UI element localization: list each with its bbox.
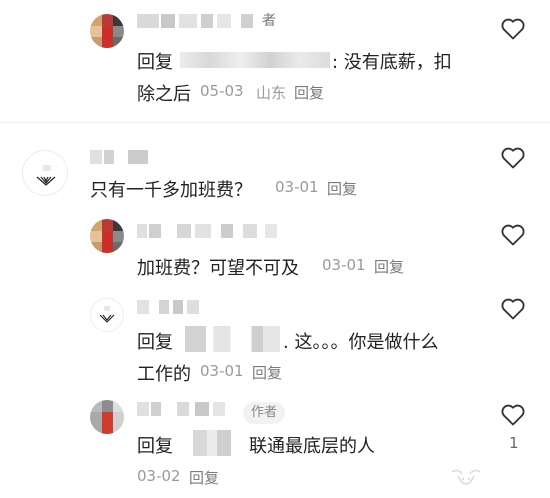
like-icon[interactable] [501, 224, 525, 246]
mention-blurred [185, 326, 280, 352]
author-badge: 作者 [243, 402, 286, 424]
watermark-icon [446, 466, 486, 494]
like-icon[interactable] [501, 298, 525, 320]
comment-text: 加班费？可望不可及 [137, 258, 299, 279]
divider [0, 122, 550, 123]
like-icon[interactable] [501, 18, 525, 40]
comment-text: 只有一千多加班费？ [90, 180, 252, 201]
avatar[interactable] [90, 219, 124, 253]
reply-button[interactable]: 回复 [294, 82, 324, 103]
comment-text-cont: 除之后 [137, 84, 191, 105]
reply-button[interactable]: 回复 [327, 178, 357, 199]
reply-button[interactable]: 回复 [189, 467, 219, 488]
like-icon[interactable] [501, 147, 525, 169]
reply-prefix: 回复 [137, 436, 173, 457]
comment-text: 回复 [137, 432, 173, 458]
comment-text-body: . 这。。。你是做什么 [283, 332, 439, 353]
like-icon[interactable] [501, 404, 525, 426]
avatar[interactable] [90, 298, 124, 332]
name-fragment: 者 [262, 13, 276, 29]
mention-blurred [180, 52, 330, 68]
mention-blurred [187, 430, 237, 456]
avatar[interactable] [22, 150, 68, 196]
comment-date: 03-01 [322, 256, 366, 274]
comment-text-cont: 工作的 [137, 364, 191, 385]
reply-button[interactable]: 回复 [252, 362, 282, 383]
comment-text-body: 联通最底层的人 [249, 436, 375, 457]
avatar[interactable] [90, 400, 124, 434]
comment-text: 回复 [137, 48, 173, 74]
avatar[interactable] [90, 14, 124, 48]
comment-location: 山东 [256, 84, 287, 102]
reply-prefix: 回复 [137, 332, 173, 353]
comment-date: 03-01 [200, 362, 244, 380]
comment-text-body: : 没有底薪，扣 [332, 52, 452, 73]
comment-text: 回复 [137, 328, 173, 354]
comment-date: 03-02 [137, 467, 181, 485]
reply-prefix: 回复 [137, 52, 173, 73]
like-count: 1 [509, 434, 519, 452]
comment-date: 03-01 [275, 178, 319, 196]
comment-date: 05-03 [200, 82, 244, 100]
reply-button[interactable]: 回复 [374, 256, 404, 277]
